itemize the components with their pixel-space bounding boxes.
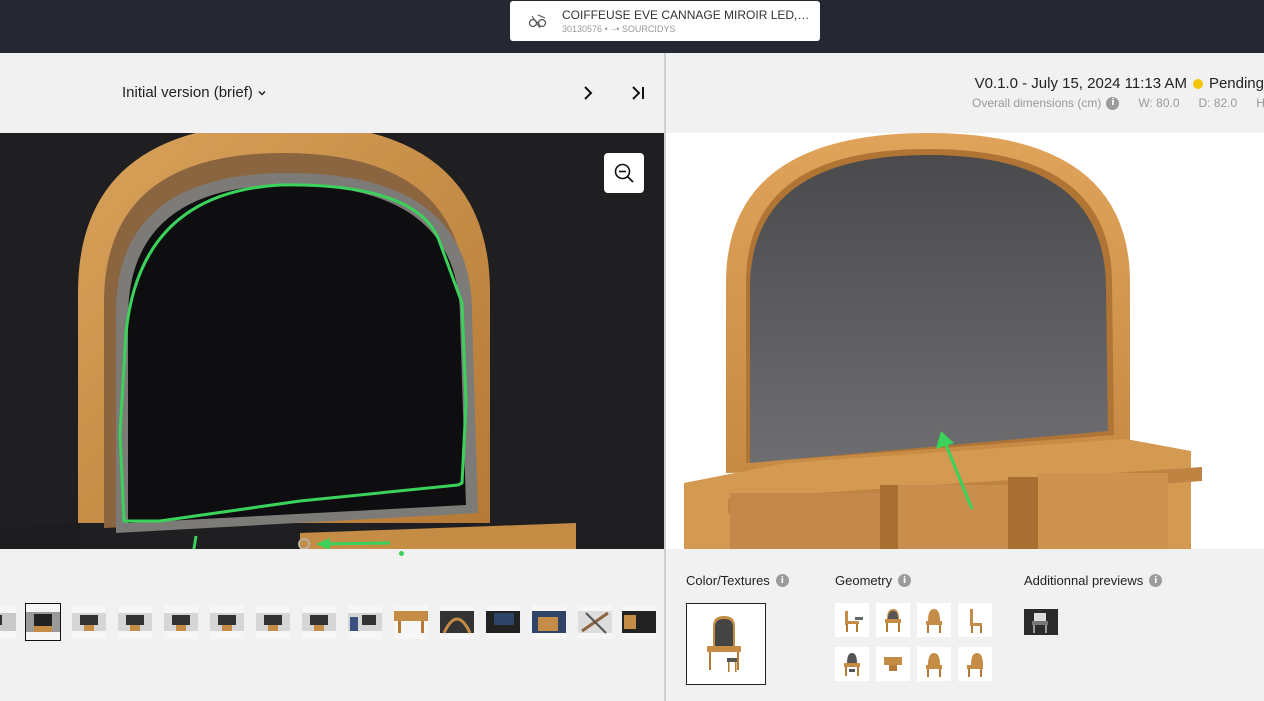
version-dropdown[interactable]: Initial version (brief)	[122, 84, 267, 101]
info-icon[interactable]: i	[1106, 96, 1120, 110]
info-icon[interactable]: i	[775, 574, 789, 587]
vanity-texture-thumbnail	[707, 616, 741, 672]
next-arrow-icon[interactable]	[578, 83, 598, 103]
version-dropdown-label: Initial version (brief)	[122, 84, 253, 101]
chevron-down-icon	[258, 90, 266, 96]
additional-previews-header: Additionnal previews i	[1024, 573, 1163, 588]
geometry-view-side[interactable]	[835, 603, 869, 637]
geometry-label: Geometry	[835, 573, 893, 588]
thumbnail[interactable]	[532, 605, 566, 639]
thumbnail[interactable]	[394, 605, 428, 639]
zoom-out-icon	[614, 163, 634, 183]
product-name: COIFFEUSE EVE CANNAGE MIROIR LED, 2 TIR.…	[562, 8, 810, 22]
thumbnail[interactable]	[622, 605, 656, 639]
info-icon[interactable]: i	[898, 574, 912, 587]
left-panel: Initial version (brief)	[0, 53, 664, 701]
brand-icon: ·-•	[610, 24, 620, 34]
additional-preview-thumbnail[interactable]	[1024, 609, 1058, 635]
version-date: V0.1.0 - July 15, 2024 11:13 AM	[974, 75, 1187, 92]
status-label: Pending	[1208, 75, 1264, 92]
geometry-header: Geometry i	[835, 573, 912, 588]
dimensions-label: Overall dimensions (cm)	[972, 96, 1102, 110]
thumbnail[interactable]	[72, 605, 106, 639]
overall-dimensions: Overall dimensions (cm) i W: 80.0 D: 82.…	[972, 96, 1264, 110]
geometry-view-profile[interactable]	[958, 603, 992, 637]
mirror-photo-illustration	[0, 133, 664, 549]
thumbnail[interactable]	[164, 605, 198, 639]
zoom-out-button[interactable]	[604, 153, 644, 193]
color-textures-label: Color/Textures	[686, 573, 770, 588]
geometry-view-rear[interactable]	[917, 647, 951, 681]
thumbnail-strip	[0, 603, 664, 641]
product-id: 30130576	[562, 24, 603, 34]
thumbnail[interactable]	[0, 605, 16, 639]
thumbnail[interactable]	[302, 605, 336, 639]
glasses-icon	[528, 14, 547, 29]
geometry-view-top[interactable]	[876, 647, 910, 681]
thumbnail[interactable]	[210, 605, 244, 639]
vanity-render-illustration	[666, 133, 1264, 549]
right-panel: V0.1.0 - July 15, 2024 11:13 AM Pending …	[666, 53, 1264, 701]
geometry-view-three-quarter[interactable]	[835, 647, 869, 681]
thumbnail[interactable]	[348, 605, 382, 639]
last-page-icon[interactable]	[628, 83, 648, 103]
status-dot	[1192, 78, 1203, 89]
thumbnail[interactable]	[578, 605, 612, 639]
dimension-height: H:	[1256, 96, 1264, 110]
version-info: V0.1.0 - July 15, 2024 11:13 AM Pending	[975, 75, 1264, 92]
top-bar: COIFFEUSE EVE CANNAGE MIROIR LED, 2 TIR.…	[0, 0, 1264, 53]
thumbnail[interactable]	[440, 605, 474, 639]
dimension-width: W: 80.0	[1138, 96, 1180, 110]
color-textures-header: Color/Textures i	[686, 573, 789, 588]
dimension-depth: D: 82.0	[1198, 96, 1238, 110]
thumbnail-selected[interactable]	[25, 603, 61, 641]
additional-previews-label: Additionnal previews	[1024, 573, 1144, 588]
product-meta: 30130576 • ·-• SOURCIDYS	[562, 24, 675, 34]
thumbnail[interactable]	[118, 605, 152, 639]
product-card[interactable]: COIFFEUSE EVE CANNAGE MIROIR LED, 2 TIR.…	[510, 1, 820, 41]
thumbnail[interactable]	[486, 605, 520, 639]
texture-preview[interactable]	[686, 603, 766, 685]
carousel-indicator	[399, 551, 404, 556]
3d-render-view[interactable]	[666, 133, 1264, 549]
reference-photo[interactable]	[0, 133, 664, 549]
brand-name: SOURCIDYS	[621, 24, 676, 34]
geometry-view-back[interactable]	[917, 603, 951, 637]
geometry-view-front[interactable]	[876, 603, 910, 637]
thumbnail[interactable]	[256, 605, 290, 639]
geometry-view-angle[interactable]	[958, 647, 992, 681]
info-icon[interactable]: i	[1149, 574, 1163, 587]
